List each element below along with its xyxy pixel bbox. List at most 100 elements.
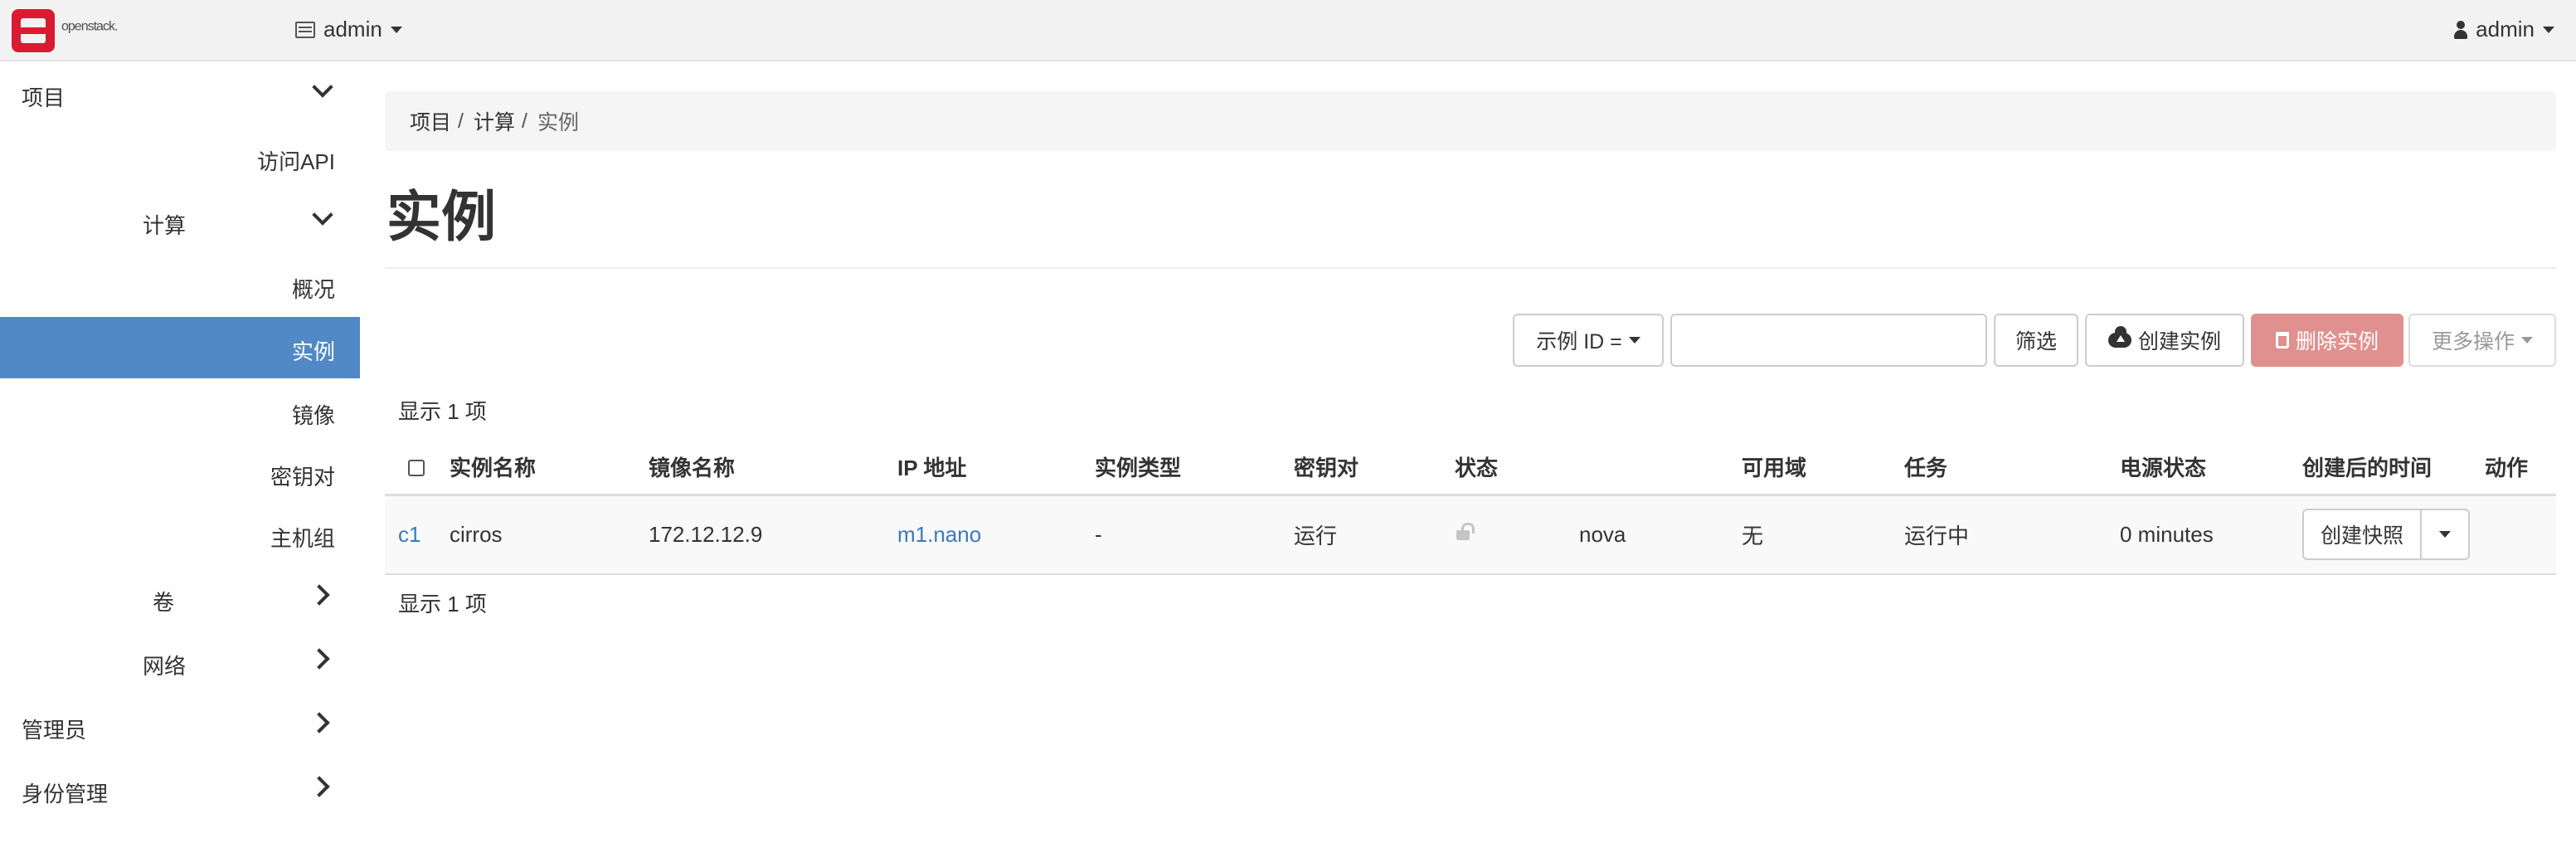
chevron-right-icon <box>309 776 330 797</box>
sidebar-item-key-pairs[interactable]: 密钥对 <box>0 442 360 504</box>
item-count-bottom: 显示 1 项 <box>398 592 487 617</box>
row-actions-split-button: 创建快照 <box>2302 509 2471 561</box>
task-cell: 无 <box>1742 495 1904 575</box>
breadcrumb-project[interactable]: 项目 <box>410 106 451 136</box>
caret-down-icon <box>2521 337 2533 344</box>
openstack-logo-icon <box>12 9 55 52</box>
chevron-right-icon <box>309 648 330 670</box>
power-state-cell: 运行中 <box>1904 495 2120 575</box>
trash-icon <box>2275 332 2289 348</box>
column-header-actions: 动作 <box>2485 455 2529 480</box>
column-header[interactable]: 实例类型 <box>1095 440 1294 496</box>
unlock-icon[interactable] <box>1455 521 1475 543</box>
chevron-right-icon <box>309 712 330 733</box>
sidebar-item-label: 管理员 <box>22 718 87 743</box>
sidebar-item-label: 概况 <box>291 277 335 302</box>
image-cell: cirros <box>450 495 649 575</box>
sidebar-item-volumes[interactable]: 卷 <box>0 568 360 629</box>
sidebar-item-identity[interactable]: 身份管理 <box>0 759 360 821</box>
column-header-label: 创建后的时间 <box>2302 455 2433 480</box>
actions-cell: 创建快照 <box>2302 495 2556 575</box>
lock-cell <box>1455 495 1579 575</box>
logo-dot: . <box>114 19 119 34</box>
cloud-upload-icon <box>2107 326 2131 348</box>
create-instance-label: 创建实例 <box>2137 330 2221 353</box>
sidebar-item-server-groups[interactable]: 主机组 <box>0 504 360 565</box>
project-icon <box>295 21 315 38</box>
sidebar-item-label: 实例 <box>291 339 335 364</box>
chevron-down-icon <box>312 204 333 226</box>
sidebar-item-network[interactable]: 网络 <box>0 631 360 693</box>
zone-cell: nova <box>1579 495 1742 575</box>
instance-name-link[interactable]: c1 <box>398 522 420 547</box>
breadcrumb-separator: / <box>521 109 527 133</box>
create-instance-button[interactable]: 创建实例 <box>2085 314 2244 367</box>
column-header[interactable]: IP 地址 <box>897 440 1095 496</box>
sidebar-item-label: 计算 <box>143 213 187 238</box>
filter-button[interactable]: 筛选 <box>1994 314 2078 367</box>
sidebar-item-label: 网络 <box>143 654 187 679</box>
sidebar-item-label: 镜像 <box>291 403 335 428</box>
user-icon <box>2454 20 2468 39</box>
column-header[interactable]: 密钥对 <box>1294 440 1455 496</box>
logo-text: openstack. <box>61 19 119 34</box>
filter-field-select[interactable]: 示例 ID = <box>1513 314 1664 367</box>
select-all-header <box>385 440 450 496</box>
caret-down-icon <box>2543 26 2554 33</box>
top-navbar: openstack. admin admin <box>0 0 2576 61</box>
flavor-link[interactable]: m1.nano <box>897 522 981 547</box>
flavor-cell: m1.nano <box>897 495 1095 575</box>
openstack-logo[interactable]: openstack. <box>12 8 119 53</box>
sidebar-item-label: 项目 <box>22 85 66 110</box>
sidebar-item-project[interactable]: 项目 <box>0 63 360 124</box>
chevron-down-icon <box>312 76 333 98</box>
sidebar-item-compute[interactable]: 计算 <box>0 191 360 252</box>
table-header-row: 实例名称 镜像名称 IP 地址 实例类型 密钥对 状态 可用域 任务 电源状态 … <box>385 440 2556 496</box>
sidebar-item-admin[interactable]: 管理员 <box>0 695 360 757</box>
caret-down-icon <box>1628 337 1640 344</box>
filter-button-label: 筛选 <box>2015 330 2057 353</box>
title-divider <box>385 267 2556 269</box>
status-cell: 运行 <box>1294 495 1455 575</box>
sidebar-item-label: 密钥对 <box>270 465 335 490</box>
filter-input[interactable] <box>1670 314 1987 367</box>
sidebar-item-label: 身份管理 <box>22 782 109 807</box>
breadcrumb-separator: / <box>458 109 464 133</box>
select-all-checkbox[interactable] <box>408 459 425 476</box>
column-header[interactable]: 任务 <box>1904 440 2120 496</box>
sidebar-item-label: 访问API <box>257 149 335 174</box>
age-cell: 0 minutes <box>2120 495 2302 575</box>
sidebar-item-instances[interactable]: 实例 <box>0 317 360 378</box>
user-name: admin <box>2476 17 2535 41</box>
delete-instances-button[interactable]: 删除实例 <box>2251 314 2403 367</box>
sidebar-item-overview[interactable]: 概况 <box>0 255 360 316</box>
more-actions-button[interactable]: 更多操作 <box>2408 314 2556 367</box>
sidebar-item-images[interactable]: 镜像 <box>0 381 360 442</box>
column-header-age[interactable]: 创建后的时间 动作 <box>2302 440 2556 496</box>
project-selector[interactable]: admin <box>295 17 402 42</box>
sidebar-item-api-access[interactable]: 访问API <box>0 127 360 188</box>
sidebar-item-label: 卷 <box>153 590 175 615</box>
page-title: 实例 <box>386 186 496 247</box>
caret-down-icon <box>2439 531 2452 539</box>
column-header[interactable]: 可用域 <box>1742 440 1904 496</box>
table-row: c1 cirros 172.12.12.9 m1.nano - 运行 nova … <box>385 495 2556 575</box>
ip-cell: 172.12.12.9 <box>649 495 897 575</box>
breadcrumb-compute[interactable]: 计算 <box>474 106 515 136</box>
column-header[interactable]: 镜像名称 <box>649 440 897 496</box>
delete-instances-label: 删除实例 <box>2295 330 2379 353</box>
instances-table: 实例名称 镜像名称 IP 地址 实例类型 密钥对 状态 可用域 任务 电源状态 … <box>385 440 2556 575</box>
create-snapshot-button[interactable]: 创建快照 <box>2304 510 2423 559</box>
column-header[interactable]: 状态 <box>1455 440 1579 496</box>
row-actions-dropdown-toggle[interactable] <box>2422 510 2468 558</box>
sidebar: 项目 访问API 计算 概况 实例 镜像 密钥对 主机组 卷 网络 管理员 身份… <box>0 63 360 848</box>
breadcrumb-instances: 实例 <box>537 111 579 134</box>
item-count-top: 显示 1 项 <box>398 399 487 424</box>
column-header[interactable]: 电源状态 <box>2120 440 2302 496</box>
user-menu[interactable]: admin <box>2454 17 2554 42</box>
caret-down-icon <box>390 26 402 33</box>
column-header[interactable]: 实例名称 <box>450 440 649 496</box>
breadcrumb: 项目 / 计算 / 实例 <box>385 91 2556 151</box>
filter-field-label: 示例 ID = <box>1536 330 1622 353</box>
sidebar-item-label: 主机组 <box>270 526 335 551</box>
